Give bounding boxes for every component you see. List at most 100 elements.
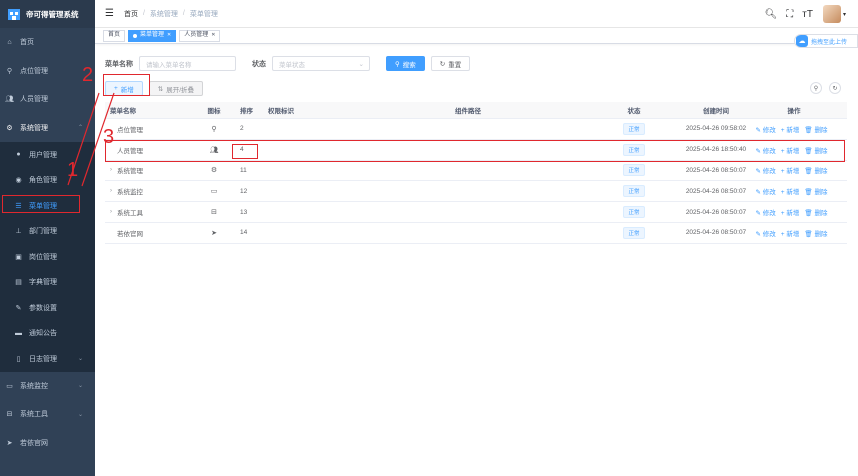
cell-status: 正常 — [616, 140, 652, 160]
add-child-button[interactable]: + 新增 — [781, 165, 800, 175]
font-size-icon[interactable]: тT — [802, 9, 813, 20]
reset-button[interactable]: ↻ 重置 — [430, 56, 471, 71]
sidebar-item-notice[interactable]: ▬ 通知公告 — [0, 320, 95, 346]
edit-button[interactable]: ✎ 修改 — [756, 165, 776, 175]
sidebar-item-home[interactable]: ⌂ 首页 — [0, 28, 95, 57]
cell-icon: ⊟ — [204, 202, 224, 222]
edit-button[interactable]: ✎ 修改 — [756, 186, 776, 196]
fullscreen-icon[interactable]: ⛶ — [786, 9, 793, 20]
sidebar-item-location[interactable]: ⚲ 点位管理 — [0, 57, 95, 86]
table-row[interactable]: › 系统管理 ⚙ 11 正常 2025-04-26 08:50:07 ✎ 修改 + 新增 🗑︎ … — [105, 161, 847, 182]
caret-down-icon[interactable]: ▾ — [843, 11, 846, 18]
close-icon[interactable]: ✕ — [167, 30, 171, 41]
table-row[interactable]: › 系统工具 ⊟ 13 正常 2025-04-26 08:50:07 ✎ 修改 + 新增 🗑︎ … — [105, 202, 847, 223]
table-row[interactable]: ›若依官网➤14正常2025-04-26 08:50:07✎ 修改+ 新增🗑︎ … — [105, 223, 847, 244]
sidebar-item-tool[interactable]: ⊟ 系统工具 ⌄ — [0, 400, 95, 429]
annotation-number: 3 — [103, 126, 115, 148]
table-row[interactable]: ›人员管理👥︎4正常2025-04-26 18:50:40✎ 修改+ 新增🗑︎ … — [105, 140, 847, 161]
sidebar-item-dept[interactable]: ⊥ 部门管理 — [0, 218, 95, 244]
avatar[interactable] — [822, 5, 841, 23]
close-icon[interactable]: ✕ — [211, 30, 215, 41]
edit-icon: ✎ — [15, 304, 22, 312]
annotation-number: 1 — [67, 159, 79, 181]
chevron-right-icon[interactable]: › — [110, 167, 112, 173]
search-icon[interactable]: 🔍︎ — [765, 9, 778, 20]
guide-icon: ➤ — [6, 439, 13, 447]
delete-button[interactable]: 🗑︎ 删除 — [804, 186, 827, 196]
toggle-search-button[interactable]: ⚲ — [810, 82, 822, 94]
sidebar-item-label: 首页 — [20, 39, 34, 47]
edit-label: 修改 — [762, 126, 776, 134]
breadcrumb-home[interactable]: 首页 — [124, 9, 138, 19]
sidebar-item-post[interactable]: ▣ 岗位管理 — [0, 244, 95, 270]
cell-sort: 4 — [240, 146, 244, 154]
delete-button[interactable]: 🗑︎ 删除 — [804, 228, 827, 238]
monitor-icon: ▭ — [210, 188, 218, 196]
select-placeholder: 菜单状态 — [279, 61, 305, 69]
annotation-number: 2 — [82, 64, 94, 86]
delete-button[interactable]: 🗑︎ 删除 — [804, 165, 827, 175]
chevron-right-icon[interactable]: › — [110, 209, 112, 215]
add-label: 新增 — [786, 168, 800, 176]
tag-users[interactable]: 人员管理 ✕ — [179, 29, 221, 42]
trash-icon: 🗑︎ — [804, 126, 815, 134]
menu-name-input[interactable]: 请输入菜单名称 — [139, 56, 236, 71]
add-child-button[interactable]: + 新增 — [781, 228, 800, 238]
trash-icon: 🗑︎ — [804, 189, 815, 197]
dict-icon: ▤ — [15, 279, 22, 287]
sort-icon: ⇅ — [157, 85, 164, 93]
logo[interactable]: 帝可得管理系统 — [0, 0, 95, 28]
sidebar-item-staff[interactable]: 👥︎ 人员管理 — [0, 85, 95, 114]
delete-label: 删除 — [814, 210, 828, 218]
add-child-button[interactable]: + 新增 — [781, 145, 800, 155]
sidebar-item-system[interactable]: ⚙ 系统管理 ⌃ — [0, 114, 95, 143]
menu-name: 点位管理 — [117, 126, 143, 134]
cell-status: 正常 — [616, 161, 652, 181]
edit-button[interactable]: ✎ 修改 — [756, 124, 776, 134]
status-select[interactable]: 菜单状态 ⌄ — [272, 56, 370, 71]
chevron-right-icon[interactable]: › — [110, 188, 112, 194]
edit-label: 修改 — [762, 147, 776, 155]
plus-icon: + — [114, 85, 118, 92]
log-icon: ▯ — [16, 355, 21, 363]
edit-button[interactable]: ✎ 修改 — [756, 207, 776, 217]
sidebar-item-menu[interactable]: ☰ 菜单管理 — [0, 193, 95, 219]
sidebar-item-roles[interactable]: ◉ 角色管理 — [0, 167, 95, 193]
users-icon: 👥︎ — [209, 146, 219, 154]
hamburger-icon[interactable]: ☰ — [105, 8, 114, 19]
header-comp: 组件路径 — [455, 108, 481, 115]
tags-view: 首页 菜单管理 ✕ 人员管理 ✕ — [95, 28, 858, 44]
table-row[interactable]: › 系统监控 ▭ 12 正常 2025-04-26 08:50:07 ✎ 修改 + 新增 🗑︎ … — [105, 181, 847, 203]
add-child-button[interactable]: + 新增 — [781, 124, 800, 134]
user-icon: ● — [16, 151, 21, 159]
expand-collapse-button[interactable]: ⇅ 展开/折叠 — [148, 81, 204, 96]
tag-home[interactable]: 首页 — [103, 29, 126, 42]
edit-button[interactable]: ✎ 修改 — [756, 145, 776, 155]
cell-name: ›若依官网 — [110, 223, 143, 243]
cell-name: › 系统工具 — [110, 202, 143, 222]
edit-label: 修改 — [762, 168, 776, 176]
add-button[interactable]: + 新增 — [105, 81, 143, 96]
delete-button[interactable]: 🗑︎ 删除 — [804, 207, 827, 217]
add-child-button[interactable]: + 新增 — [781, 186, 800, 196]
table-row[interactable]: ›点位管理⚲2正常2025-04-26 09:58:02✎ 修改+ 新增🗑︎ 删… — [105, 119, 847, 140]
cell-status: 正常 — [616, 119, 652, 139]
delete-button[interactable]: 🗑︎ 删除 — [804, 124, 827, 134]
delete-button[interactable]: 🗑︎ 删除 — [804, 145, 827, 155]
search-button[interactable]: ⚲ 搜索 — [386, 56, 425, 71]
role-icon: ◉ — [15, 177, 22, 185]
cell-ops: ✎ 修改 + 新增 🗑︎ 删除 — [741, 202, 847, 222]
input-placeholder: 请输入菜单名称 — [146, 61, 192, 69]
add-child-button[interactable]: + 新增 — [781, 207, 800, 217]
sidebar: 帝可得管理系统 ⌂ 首页 ⚲ 点位管理 👥︎ 人员管理 ⚙ 系统管理 ⌃ ● 用… — [0, 0, 95, 476]
sidebar-item-config[interactable]: ✎ 参数设置 — [0, 295, 95, 321]
sidebar-item-users[interactable]: ● 用户管理 — [0, 142, 95, 168]
edit-button[interactable]: ✎ 修改 — [756, 228, 776, 238]
sidebar-item-log[interactable]: ▯ 日志管理 ⌄ — [0, 346, 95, 372]
sidebar-item-guide[interactable]: ➤ 若依官网 — [0, 429, 95, 458]
refresh-button[interactable]: ↻ — [829, 82, 841, 94]
tag-menu[interactable]: 菜单管理 ✕ — [128, 29, 177, 42]
cell-icon: 👥︎ — [204, 140, 224, 160]
sidebar-item-monitor[interactable]: ▭ 系统监控 ⌄ — [0, 372, 95, 401]
sidebar-item-dict[interactable]: ▤ 字典管理 — [0, 269, 95, 295]
